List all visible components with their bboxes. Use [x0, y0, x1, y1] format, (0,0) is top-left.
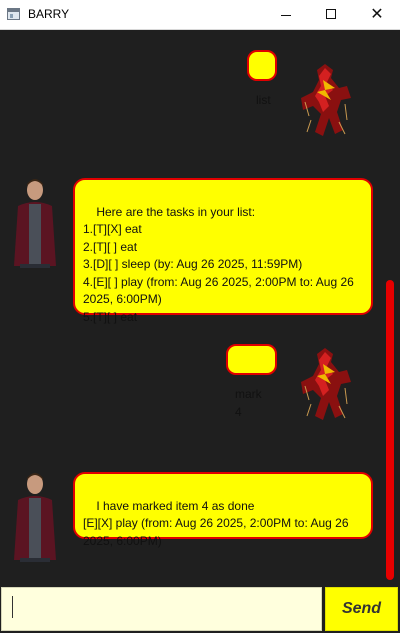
user-message-bubble: list [247, 50, 277, 107]
chat-area[interactable]: list Here are the tasks in your list: 1.… [0, 30, 400, 586]
message-text: list [256, 93, 271, 107]
app-window-icon [7, 8, 20, 20]
bot-message-bubble: Here are the tasks in your list: 1.[T][X… [73, 178, 373, 324]
maximize-button[interactable] [308, 0, 354, 30]
message-text: I have marked item 4 as done [E][X] play… [83, 498, 349, 548]
bot-message-bubble: I have marked item 4 as done [E][X] play… [73, 472, 373, 548]
flash-avatar-icon [301, 348, 351, 420]
minimize-button[interactable] [263, 0, 309, 30]
close-button[interactable]: ✕ [354, 0, 400, 30]
message-text: Here are the tasks in your list: 1.[T][X… [83, 204, 354, 324]
send-button[interactable]: Send [325, 587, 398, 631]
message-text: mark 4 [235, 387, 266, 419]
text-caret [12, 596, 13, 618]
flash-avatar-icon [301, 64, 351, 136]
close-icon: ✕ [370, 4, 384, 23]
barry-avatar-icon [14, 179, 56, 268]
chat-scrollbar[interactable] [386, 280, 394, 580]
maximize-icon [326, 9, 336, 19]
title-bar: BARRY ✕ [0, 0, 400, 30]
minimize-icon [281, 15, 291, 16]
message-input[interactable] [1, 587, 322, 631]
input-bar: Send [0, 586, 400, 633]
barry-avatar-icon [14, 473, 56, 562]
window-title: BARRY [28, 7, 70, 21]
user-message-bubble: mark 4 [226, 344, 277, 419]
